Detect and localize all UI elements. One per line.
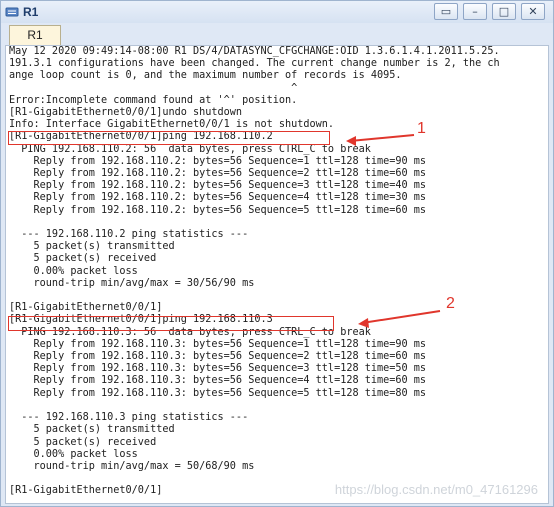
watermark: https://blog.csdn.net/m0_47161296: [334, 482, 538, 497]
maximize-button[interactable]: □: [492, 3, 516, 20]
terminal-line: round-trip min/avg/max = 30/56/90 ms: [9, 277, 255, 289]
terminal-line: [R1-GigabitEthernet0/0/1]: [9, 302, 163, 314]
close-button[interactable]: ✕: [521, 3, 545, 20]
terminal-line: 5 packet(s) transmitted: [9, 241, 175, 253]
terminal-line: Info: Interface GigabitEthernet0/0/1 is …: [9, 119, 335, 131]
highlight-box-ping-1: [8, 131, 330, 145]
terminal-line: 191.3.1 configurations have been changed…: [9, 58, 500, 70]
terminal-line: Reply from 192.168.110.3: bytes=56 Seque…: [9, 351, 427, 363]
terminal-line: Reply from 192.168.110.3: bytes=56 Seque…: [9, 387, 427, 399]
tab-r1[interactable]: R1: [9, 25, 61, 45]
terminal-line: round-trip min/avg/max = 50/68/90 ms: [9, 460, 255, 472]
annotation-label-2: 2: [446, 295, 455, 312]
terminal-window: R1 ▭ – □ ✕ R1 May 12 2020 09:49:14-08:00…: [0, 0, 554, 507]
terminal-line: Reply from 192.168.110.2: bytes=56 Seque…: [9, 168, 427, 180]
terminal-line: Reply from 192.168.110.2: bytes=56 Seque…: [9, 155, 427, 167]
terminal-line: [R1-GigabitEthernet0/0/1]undo shutdown: [9, 107, 243, 119]
terminal-line: PING 192.168.110.2: 56 data bytes, press…: [9, 143, 371, 155]
terminal-line: Reply from 192.168.110.2: bytes=56 Seque…: [9, 192, 427, 204]
terminal-line: Reply from 192.168.110.2: bytes=56 Seque…: [9, 204, 427, 216]
terminal-line: 0.00% packet loss: [9, 448, 138, 460]
window-title: R1: [23, 5, 39, 19]
terminal-output: May 12 2020 09:49:14-08:00 R1 DS/4/DATAS…: [9, 46, 500, 498]
terminal-line: Reply from 192.168.110.3: bytes=56 Seque…: [9, 363, 427, 375]
terminal-line: 5 packet(s) transmitted: [9, 424, 175, 436]
terminal-line: Reply from 192.168.110.2: bytes=56 Seque…: [9, 180, 427, 192]
terminal-line: [R1-GigabitEthernet0/0/1]: [9, 485, 163, 497]
terminal-line: Reply from 192.168.110.3: bytes=56 Seque…: [9, 338, 427, 350]
router-app-icon: [5, 7, 19, 17]
terminal-line: --- 192.168.110.3 ping statistics ---: [9, 412, 249, 424]
arrow-1-icon: [346, 134, 415, 146]
terminal-line: ^: [9, 82, 298, 94]
restore-layout-button[interactable]: ▭: [434, 3, 458, 20]
tab-strip: R1: [1, 23, 553, 45]
terminal-console[interactable]: May 12 2020 09:49:14-08:00 R1 DS/4/DATAS…: [5, 45, 549, 504]
highlight-box-ping-2: [8, 316, 334, 331]
title-bar[interactable]: R1 ▭ – □ ✕: [1, 1, 553, 23]
terminal-line: ange loop count is 0, and the maximum nu…: [9, 70, 402, 82]
terminal-line: 5 packet(s) received: [9, 253, 157, 265]
terminal-line: Error:Incomplete command found at '^' po…: [9, 94, 298, 106]
terminal-line: Reply from 192.168.110.3: bytes=56 Seque…: [9, 375, 427, 387]
terminal-line: --- 192.168.110.2 ping statistics ---: [9, 229, 249, 241]
terminal-line: 0.00% packet loss: [9, 265, 138, 277]
minimize-button[interactable]: –: [463, 3, 487, 20]
annotation-label-1: 1: [417, 120, 426, 137]
arrow-2-icon: [358, 310, 441, 328]
terminal-line: 5 packet(s) received: [9, 436, 157, 448]
terminal-line: May 12 2020 09:49:14-08:00 R1 DS/4/DATAS…: [9, 46, 500, 57]
